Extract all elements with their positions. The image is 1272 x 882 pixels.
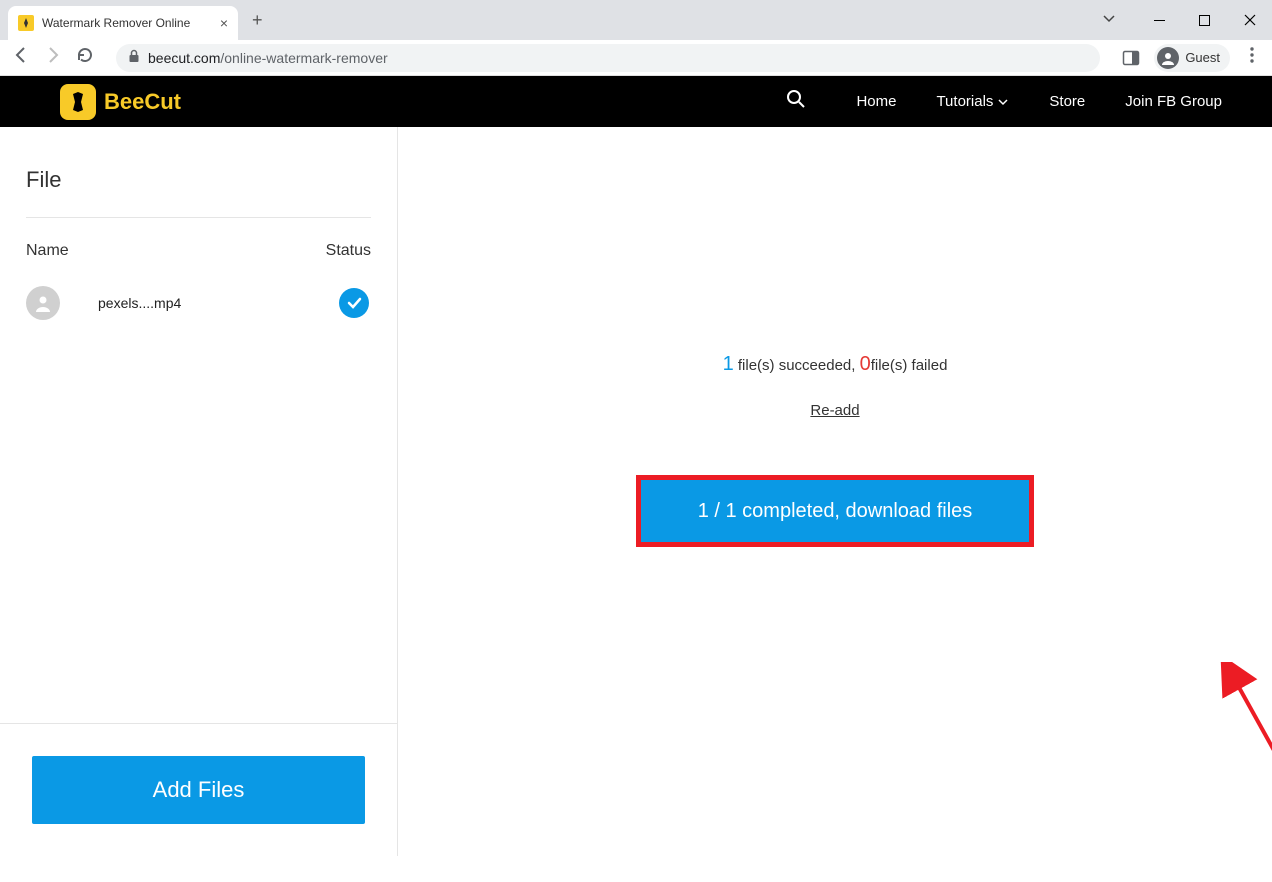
site-header: BeeCut Home Tutorials Store Join FB Grou… <box>0 76 1272 127</box>
window-close-icon[interactable] <box>1227 0 1272 40</box>
url-path: /online-watermark-remover <box>220 50 387 66</box>
fail-count: 0 <box>860 353 871 375</box>
reload-button[interactable] <box>76 46 94 69</box>
col-name: Name <box>26 242 69 260</box>
nav-store[interactable]: Store <box>1049 93 1085 110</box>
readd-link[interactable]: Re-add <box>810 402 859 419</box>
window-maximize-icon[interactable] <box>1182 0 1227 40</box>
sidebar-content: File Name Status pexels....mp4 <box>0 127 397 723</box>
annotation-arrow-icon <box>1216 662 1272 882</box>
tab-favicon-icon <box>18 15 34 31</box>
tab-overflow-icon[interactable] <box>1101 10 1117 31</box>
fail-suffix: file(s) failed <box>871 357 948 374</box>
browser-tab-strip: Watermark Remover Online × + <box>0 0 1272 40</box>
nav-tutorials[interactable]: Tutorials <box>936 93 1009 110</box>
file-name: pexels....mp4 <box>98 295 339 311</box>
address-bar[interactable]: beecut.com/online-watermark-remover <box>116 44 1100 72</box>
window-minimize-icon[interactable] <box>1137 0 1182 40</box>
profile-chip[interactable]: Guest <box>1154 44 1230 72</box>
new-tab-button[interactable]: + <box>252 10 263 31</box>
status-success-icon <box>339 288 369 318</box>
download-highlight-box: 1 / 1 completed, download files <box>636 475 1034 547</box>
forward-button[interactable] <box>44 46 62 69</box>
main-area: File Name Status pexels....mp4 Add Files… <box>0 127 1272 856</box>
download-button[interactable]: 1 / 1 completed, download files <box>641 480 1029 542</box>
browser-tab[interactable]: Watermark Remover Online × <box>8 6 238 40</box>
browser-menu-icon[interactable] <box>1244 47 1260 68</box>
tab-title: Watermark Remover Online <box>42 16 212 30</box>
add-files-button[interactable]: Add Files <box>32 756 365 824</box>
status-summary: 1 file(s) succeeded, 0file(s) failed <box>723 353 948 376</box>
panel-icon[interactable] <box>1122 49 1140 67</box>
nav-fbgroup[interactable]: Join FB Group <box>1125 93 1222 110</box>
nav-tutorials-label: Tutorials <box>936 93 993 110</box>
file-sidebar: File Name Status pexels....mp4 Add Files <box>0 127 398 856</box>
lock-icon <box>128 49 140 66</box>
content-panel: 1 file(s) succeeded, 0file(s) failed Re-… <box>398 127 1272 856</box>
brand-name[interactable]: BeeCut <box>104 89 181 115</box>
file-columns-header: Name Status <box>26 218 371 278</box>
browser-toolbar: beecut.com/online-watermark-remover Gues… <box>0 40 1272 76</box>
success-suffix: file(s) succeeded, <box>734 357 860 374</box>
window-controls <box>1137 0 1272 40</box>
chevron-down-icon <box>997 96 1009 108</box>
file-heading: File <box>26 167 371 218</box>
profile-label: Guest <box>1185 50 1220 65</box>
file-row[interactable]: pexels....mp4 <box>26 278 371 328</box>
success-count: 1 <box>723 353 734 375</box>
search-icon[interactable] <box>786 89 806 114</box>
avatar-icon <box>1157 47 1179 69</box>
back-button[interactable] <box>12 46 30 69</box>
url-text: beecut.com/online-watermark-remover <box>148 50 388 66</box>
sidebar-footer: Add Files <box>0 723 397 856</box>
file-thumbnail-icon <box>26 286 60 320</box>
beecut-logo-icon[interactable] <box>60 84 96 120</box>
url-domain: beecut.com <box>148 50 220 66</box>
col-status: Status <box>326 242 371 260</box>
nav-home[interactable]: Home <box>856 93 896 110</box>
tab-close-icon[interactable]: × <box>220 15 228 31</box>
